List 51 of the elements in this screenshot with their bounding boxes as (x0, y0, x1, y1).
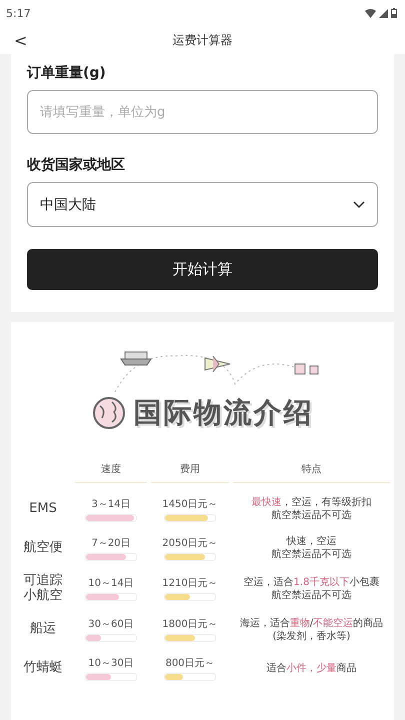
cost-value: 2050日元～ (162, 536, 218, 550)
speed-bar (85, 514, 137, 522)
row-header: 航空便 (22, 540, 64, 556)
cost-bar (164, 514, 216, 522)
speed-bar (85, 593, 137, 602)
globe-icon (92, 396, 126, 430)
row-header: 可追踪小航空 (22, 574, 64, 604)
feature-text: 快速，空运 (286, 535, 336, 548)
chevron-down-icon (353, 200, 365, 208)
wifi-icon (365, 8, 376, 18)
speed-value: 3～14日 (91, 498, 131, 510)
column-header: 速度 (75, 462, 147, 483)
feature-text: (染发剂，香水等) (272, 630, 350, 643)
cost-bar (164, 593, 216, 602)
field-label: 订单重量(g) (27, 64, 107, 82)
row-header: 船运 (28, 622, 57, 638)
speed-value: 7～20日 (91, 536, 131, 550)
speed-bar (85, 672, 137, 681)
intro-title: 国际物流介绍 (134, 395, 314, 431)
feature-text: 航空禁运品不可选 (272, 548, 352, 561)
field-label: 收货国家或地区 (27, 156, 126, 174)
feature-text: 最快速，空运，有等级折扣 (252, 496, 372, 509)
battery-icon (391, 8, 397, 18)
speed-bar (85, 634, 137, 642)
calculate-button[interactable]: 开始计算 (27, 249, 378, 290)
status-time: 5:17 (6, 6, 31, 20)
feature-text: 空运，适合1.8千克以下小包裹 (244, 576, 380, 589)
signal-icon (379, 8, 388, 18)
cost-value: 800日元～ (165, 656, 215, 670)
cost-bar (164, 552, 216, 560)
speed-value: 10～14日 (88, 577, 134, 590)
column-header: 费用 (151, 462, 229, 483)
speed-value: 10～30日 (88, 656, 134, 670)
back-button[interactable]: < (10, 30, 32, 50)
country-dropdown[interactable]: 中国大陆 (27, 182, 378, 227)
feature-text: 航空禁运品不可选 (272, 509, 352, 522)
row-header: 竹蜻蜓 (22, 660, 64, 676)
speed-value: 30～60日 (88, 618, 134, 632)
weight-input-field[interactable]: 请填写重量，单位为g (27, 90, 378, 134)
feature-text: 海运，适合重物/不能空运的商品 (240, 616, 384, 630)
cost-value: 1450日元～ (162, 498, 218, 510)
column-header: 特点 (233, 462, 390, 483)
cost-bar (164, 672, 216, 681)
feature-text: 航空禁运品不可选 (272, 588, 352, 602)
feature-text: 适合小件，少量商品 (266, 662, 356, 675)
page-title: 运费计算器 (172, 32, 232, 48)
speed-bar (85, 552, 137, 560)
row-header: EMS (28, 502, 58, 516)
cost-value: 1800日元～ (162, 618, 218, 632)
cost-value: 1210日元～ (162, 577, 218, 590)
cost-bar (164, 634, 216, 642)
